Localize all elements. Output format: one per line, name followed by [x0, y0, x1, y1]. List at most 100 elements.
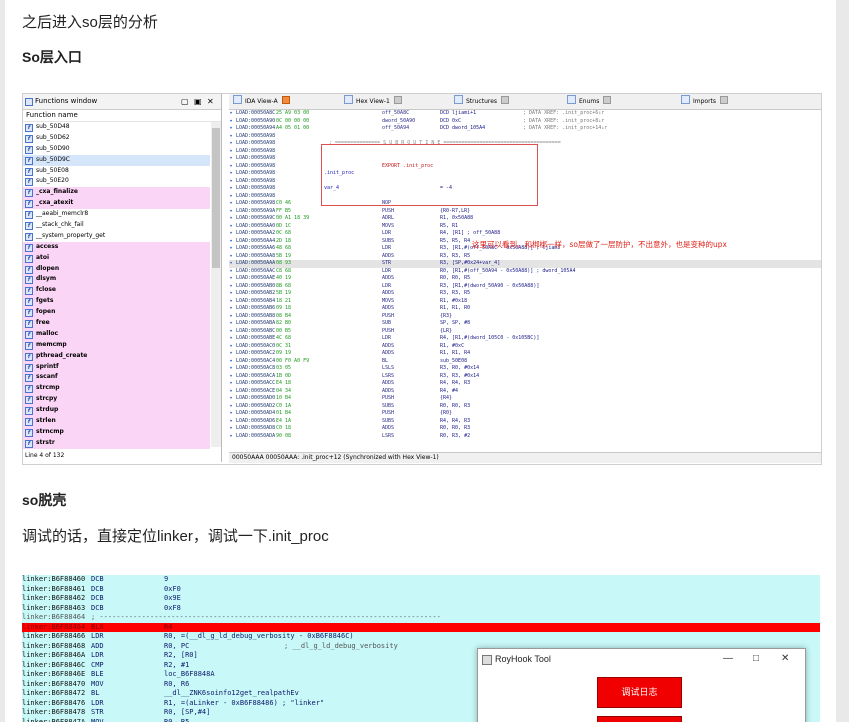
disassembly-line[interactable]: • LOAD:00050AA2 0C 68 LDR R4, [R1] ; off_50A… [229, 230, 821, 238]
breakpoint-dot-icon[interactable]: • [229, 253, 233, 261]
breakpoint-dot-icon[interactable]: • [229, 230, 233, 238]
function-list-item[interactable]: f _cxa_atexit [23, 198, 210, 210]
disassembly-line[interactable]: • LOAD:00050ADA 90 08 LSRS R0, R3, #2 [229, 433, 821, 441]
function-list-item[interactable]: f free [23, 318, 210, 329]
disassembly-line[interactable]: • LOAD:00050AC0 0C 31 ADDS R1, #0xC [229, 343, 821, 351]
tab-imports[interactable]: Imports [681, 94, 729, 109]
function-list-item[interactable]: f strlen [23, 416, 210, 427]
breakpoint-dot-icon[interactable]: • [229, 410, 233, 418]
tab-structures[interactable]: Structures [454, 94, 510, 109]
disassembly-view[interactable]: • LOAD:00050ADA 90 08 LSRS R0, R3, #2 • LOAD:0… [229, 110, 821, 448]
disassembly-line[interactable]: • LOAD:00050AA0 0D 1C MOVS R5, R1 [229, 223, 821, 231]
breakpoint-dot-icon[interactable]: • [229, 358, 233, 366]
function-list-item[interactable]: f sub_50D62 [23, 133, 210, 144]
breakpoint-dot-icon[interactable]: • [229, 373, 233, 381]
tab-close-icon[interactable] [720, 96, 729, 104]
breakpoint-dot-icon[interactable]: • [229, 268, 233, 276]
disassembly-line[interactable]: • LOAD:00050AD4 01 B4 PUSH {R0} [229, 410, 821, 418]
breakpoint-dot-icon[interactable]: • [229, 178, 233, 186]
tab-close-icon[interactable] [281, 96, 290, 104]
breakpoint-dot-icon[interactable]: • [229, 320, 233, 328]
breakpoint-dot-icon[interactable]: • [229, 275, 233, 283]
function-list-item[interactable]: f sub_50D48 [23, 122, 210, 133]
breakpoint-dot-icon[interactable]: • [229, 118, 233, 126]
breakpoint-dot-icon[interactable]: • [229, 163, 233, 171]
debugger-line[interactable]: linker:B6F88462 DCB 0x9E [22, 594, 820, 604]
disassembly-line[interactable]: • LOAD:00050ACE 04 34 ADDS R4, #4 [229, 388, 821, 396]
disassembly-line[interactable]: • LOAD:00050AC8 03 05 LSLS R3, R0, #0x14 [229, 365, 821, 373]
function-list-item[interactable]: f strncmp [23, 426, 210, 438]
function-list-item[interactable]: f sub_50E08 [23, 166, 210, 177]
disassembly-line[interactable]: • LOAD:00050ACA 1B 0D LSRS R3, R3, #0x14 [229, 373, 821, 381]
breakpoint-dot-icon[interactable]: • [229, 185, 233, 193]
close-icon[interactable]: ✕ [207, 94, 214, 109]
disassembly-line[interactable]: • LOAD:00050AAC C8 68 LDR R0, [R1,#(off_50A9… [229, 268, 821, 276]
second-action-button[interactable] [597, 716, 682, 722]
debugger-line[interactable]: linker:B6F88463 DCB 0xF8 [22, 604, 820, 614]
function-list-item[interactable]: f fopen [23, 307, 210, 319]
breakpoint-line[interactable]: linker:B6F88464 BLX R4 [22, 622, 820, 632]
disassembly-line[interactable]: • LOAD:00050AB4 18 21 MOVS R1, #0x18 [229, 298, 821, 306]
restore-icon[interactable]: ▢ [181, 94, 189, 109]
scrollbar-thumb[interactable] [212, 128, 220, 268]
breakpoint-dot-icon[interactable]: • [229, 350, 233, 358]
disassembly-line[interactable]: • LOAD:00050AAE 40 19 ADDS R0, R0, R5 [229, 275, 821, 283]
function-list-item[interactable]: f sub_50E20 [23, 176, 210, 187]
function-list-item[interactable]: f pthread_create [23, 350, 210, 362]
breakpoint-dot-icon[interactable]: • [229, 418, 233, 426]
disassembly-line[interactable]: • LOAD:00050AB8 08 B4 PUSH {R3} [229, 313, 821, 321]
function-list-item[interactable]: f strdup [23, 405, 210, 417]
breakpoint-dot-icon[interactable]: • [229, 208, 233, 216]
breakpoint-dot-icon[interactable]: • [229, 403, 233, 411]
breakpoint-dot-icon[interactable]: • [229, 200, 233, 208]
disassembly-line[interactable]: • LOAD:00050ABC 00 B5 PUSH {LR} [229, 328, 821, 336]
breakpoint-dot-icon[interactable]: • [229, 155, 233, 163]
function-name-header[interactable]: Function name [23, 110, 221, 122]
function-list-scrollbar[interactable] [211, 122, 221, 447]
breakpoint-dot-icon[interactable]: • [229, 125, 233, 133]
disassembly-line[interactable]: • LOAD:00050AAA 08 93 STR R3, [SP,#0x24+var_… [229, 260, 821, 268]
disassembly-line[interactable]: • LOAD:00050A8C 25 A9 03 00 off_50A8C DCD lj… [229, 110, 821, 118]
function-list-item[interactable]: f atoi [23, 252, 210, 264]
debug-log-button[interactable]: 调试日志 [597, 677, 682, 708]
disassembly-line[interactable]: • LOAD:00050ACC E4 18 ADDS R4, R4, R3 [229, 380, 821, 388]
tab-ida-view-a[interactable]: IDA View-A [233, 94, 290, 109]
function-list-item[interactable]: f access [23, 241, 210, 253]
breakpoint-dot-icon[interactable]: • [229, 170, 233, 178]
function-list-item[interactable]: f memcmp [23, 339, 210, 351]
disassembly-line[interactable]: • LOAD:00050A98 [229, 133, 821, 141]
breakpoint-dot-icon[interactable]: • [229, 290, 233, 298]
breakpoint-dot-icon[interactable]: • [229, 380, 233, 388]
function-list-item[interactable]: f strstr [23, 437, 210, 449]
breakpoint-dot-icon[interactable]: • [229, 245, 233, 253]
debugger-line[interactable]: linker:B6F88461 DCB 0xF0 [22, 585, 820, 595]
function-list-item[interactable]: f _cxa_finalize [23, 187, 210, 199]
breakpoint-dot-icon[interactable]: • [229, 328, 233, 336]
debugger-line[interactable]: linker:B6F88460 DCB 9 [22, 575, 820, 585]
breakpoint-dot-icon[interactable]: • [229, 133, 233, 141]
tab-hex-view-1[interactable]: Hex View-1 [344, 94, 402, 109]
disassembly-line[interactable]: • LOAD:00050A94 A4 05 01 00 off_50A94 DCD dw… [229, 125, 821, 133]
function-list-item[interactable]: f __stack_chk_fail [23, 220, 210, 231]
tab-close-icon[interactable] [603, 96, 612, 104]
maximize-icon[interactable]: □ [753, 649, 759, 669]
disassembly-line[interactable]: • LOAD:00050AD0 10 B4 PUSH {R4} [229, 395, 821, 403]
function-list-item[interactable]: f fclose [23, 285, 210, 297]
disassembly-line[interactable]: • LOAD:00050AA8 5B 19 ADDS R3, R3, R5 [229, 253, 821, 261]
breakpoint-dot-icon[interactable]: • [229, 305, 233, 313]
function-list-item[interactable]: f dlsym [23, 274, 210, 286]
breakpoint-dot-icon[interactable]: • [229, 425, 233, 433]
breakpoint-dot-icon[interactable]: • [229, 223, 233, 231]
breakpoint-dot-icon[interactable]: • [229, 215, 233, 223]
function-list-item[interactable]: f __aeabi_memclr8 [23, 209, 210, 220]
function-list-item[interactable]: f dlopen [23, 263, 210, 275]
breakpoint-dot-icon[interactable]: • [229, 193, 233, 201]
breakpoint-dot-icon[interactable]: • [229, 343, 233, 351]
breakpoint-dot-icon[interactable]: • [229, 148, 233, 156]
breakpoint-dot-icon[interactable]: • [229, 335, 233, 343]
minimize-icon[interactable]: — [723, 649, 733, 669]
function-list-item[interactable]: f sub_50D9C [23, 154, 210, 166]
function-list-item[interactable]: f malloc [23, 328, 210, 340]
breakpoint-dot-icon[interactable]: • [229, 110, 233, 118]
disassembly-line[interactable]: • LOAD:00050ABA 82 B0 SUB SP, SP, #8 [229, 320, 821, 328]
